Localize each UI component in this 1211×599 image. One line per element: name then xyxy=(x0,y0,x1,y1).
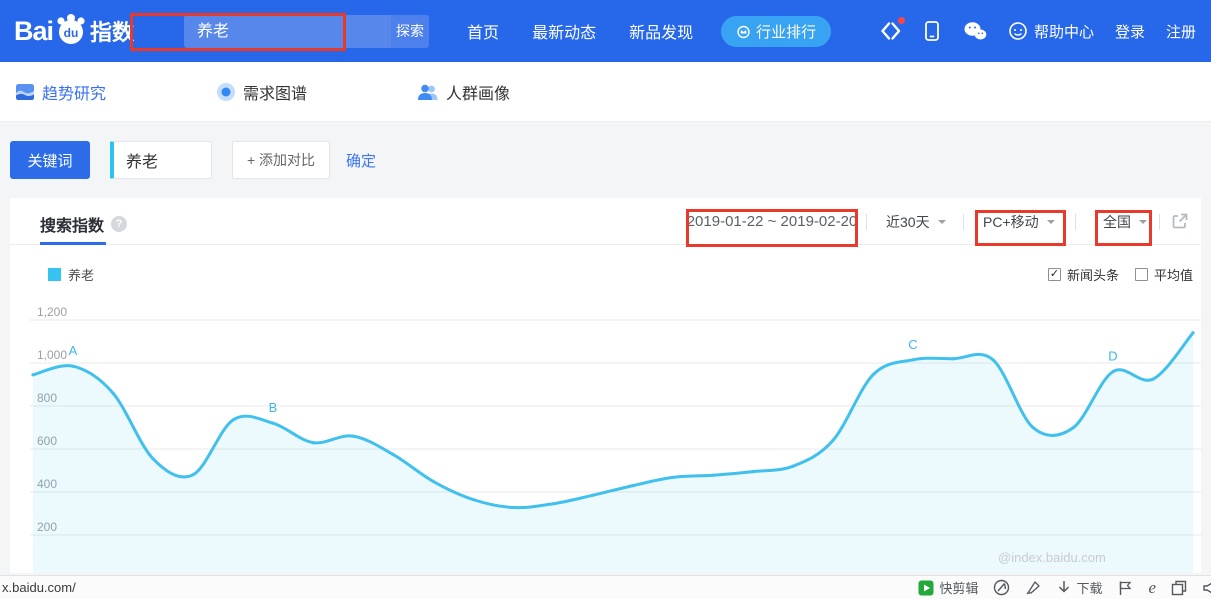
device-label: PC+移动 xyxy=(983,212,1039,232)
average-label: 平均值 xyxy=(1154,265,1193,284)
header-search: 养老 探索 xyxy=(184,15,429,48)
svg-text:A: A xyxy=(69,343,78,358)
register-link[interactable]: 注册 xyxy=(1166,21,1196,42)
active-tab-underline xyxy=(40,242,106,245)
add-compare-button[interactable]: + 添加对比 xyxy=(232,141,330,179)
news-brackets-icon[interactable] xyxy=(879,20,901,42)
search-index-title: 搜索指数 xyxy=(40,212,104,236)
ranking-label: 行业排行 xyxy=(756,21,816,42)
ie-browser-icon[interactable]: e xyxy=(1148,578,1156,598)
search-index-card: 搜索指数 ? 2019-01-22 ~ 2019-02-20 近30天 PC+移… xyxy=(10,198,1201,573)
logo-text-bai: Bai xyxy=(14,16,53,47)
checkbox-icon: ✓ xyxy=(1048,268,1061,281)
quick-editor-button[interactable]: 快剪辑 xyxy=(918,578,978,597)
trend-research-label: 趋势研究 xyxy=(42,80,106,104)
browser-status-bar: x.baidu.com/ 快剪辑 xyxy=(0,575,1211,599)
flag-icon[interactable] xyxy=(1117,580,1133,596)
baidu-paw-icon: du xyxy=(54,12,88,46)
region-dropdown[interactable]: 全国 xyxy=(1103,198,1147,245)
svg-text:1,200: 1,200 xyxy=(37,305,67,319)
region-label: 全国 xyxy=(1103,212,1131,232)
tab-demand-map[interactable]: 需求图谱 xyxy=(216,80,307,104)
status-bar-tools: 快剪辑 下载 e xyxy=(918,578,1211,598)
svg-text:1,000: 1,000 xyxy=(37,348,67,362)
speaker-icon[interactable] xyxy=(1202,580,1211,596)
top-header: Bai du 指数 养老 探索 首页 最新动态 新品发现 行业排行 xyxy=(0,0,1211,62)
tab-audience-profile[interactable]: 人群画像 xyxy=(417,80,510,104)
checkbox-icon: ✓ xyxy=(1135,268,1148,281)
function-nav: 趋势研究 需求图谱 人群画像 xyxy=(0,62,1211,122)
trend-chart-icon xyxy=(15,82,35,102)
nav-latest-news[interactable]: 最新动态 xyxy=(532,19,596,43)
status-url: x.baidu.com/ xyxy=(2,580,76,595)
mobile-app-icon[interactable] xyxy=(922,20,942,42)
period-dropdown[interactable]: 近30天 xyxy=(886,198,946,245)
search-explore-button[interactable]: 探索 xyxy=(391,15,429,48)
chevron-down-icon xyxy=(938,220,946,228)
baidu-index-logo[interactable]: Bai du 指数 xyxy=(14,14,134,48)
wechat-icon[interactable] xyxy=(963,21,987,41)
watermark: @index.baidu.com xyxy=(998,550,1106,565)
circle-pen-icon[interactable] xyxy=(993,579,1010,596)
login-link[interactable]: 登录 xyxy=(1115,21,1145,42)
period-label: 近30天 xyxy=(886,212,930,232)
svg-text:D: D xyxy=(1108,349,1117,364)
chevron-down-icon xyxy=(1139,220,1147,228)
audience-profile-icon xyxy=(417,82,439,102)
legend-row: 养老 ✓ 新闻头条 ✓ 平均值 xyxy=(10,262,1201,286)
news-headlines-label: 新闻头条 xyxy=(1067,265,1119,284)
notification-dot xyxy=(898,17,905,24)
help-center-label: 帮助中心 xyxy=(1034,21,1094,42)
download-button[interactable]: 下载 xyxy=(1057,578,1102,597)
help-center-link[interactable]: 帮助中心 xyxy=(1008,21,1094,42)
logo-text-suffix: 指数 xyxy=(90,15,134,47)
legend-label: 养老 xyxy=(68,265,94,284)
nav-new-products[interactable]: 新品发现 xyxy=(629,19,693,43)
ranking-badge-icon xyxy=(736,24,751,39)
audience-profile-label: 人群画像 xyxy=(446,80,510,104)
header-nav: 首页 最新动态 新品发现 xyxy=(467,19,693,43)
tab-trend-research[interactable]: 趋势研究 xyxy=(15,80,106,104)
card-tab-row: 搜索指数 ? 2019-01-22 ~ 2019-02-20 近30天 PC+移… xyxy=(10,198,1201,245)
industry-ranking-button[interactable]: 行业排行 xyxy=(721,16,831,47)
news-headlines-checkbox[interactable]: ✓ 新闻头条 xyxy=(1048,265,1119,284)
tab-search-index[interactable]: 搜索指数 ? xyxy=(40,212,127,236)
average-checkbox[interactable]: ✓ 平均值 xyxy=(1135,265,1193,284)
help-question-icon[interactable]: ? xyxy=(111,216,127,232)
demand-map-icon xyxy=(216,82,236,102)
chevron-down-icon xyxy=(1047,220,1055,228)
help-center-icon xyxy=(1008,21,1028,41)
search-input[interactable]: 养老 xyxy=(184,15,391,48)
keyword-label-button[interactable]: 关键词 xyxy=(10,141,90,179)
legend-color-swatch xyxy=(48,268,61,281)
search-index-trend-chart[interactable]: 1,2001,000800600400200ABCD xyxy=(10,300,1201,573)
date-range-control[interactable]: 2019-01-22 ~ 2019-02-20 xyxy=(683,198,861,245)
export-share-icon[interactable] xyxy=(1170,211,1190,231)
download-label: 下载 xyxy=(1076,578,1102,597)
series-legend[interactable]: 养老 xyxy=(48,265,94,284)
svg-text:C: C xyxy=(908,337,917,352)
overlay-toggles: ✓ 新闻头条 ✓ 平均值 xyxy=(1048,265,1193,284)
window-restore-icon[interactable] xyxy=(1171,580,1187,596)
quick-editor-label: 快剪辑 xyxy=(939,578,978,597)
header-right-tools: 帮助中心 登录 注册 xyxy=(879,20,1196,42)
svg-text:du: du xyxy=(64,26,79,40)
rocket-boost-icon[interactable] xyxy=(1025,579,1042,596)
keyword-input[interactable]: 养老 xyxy=(110,141,212,179)
svg-text:B: B xyxy=(269,400,278,415)
confirm-button[interactable]: 确定 xyxy=(346,150,376,171)
keyword-bar: 关键词 养老 + 添加对比 确定 xyxy=(0,122,1211,198)
demand-map-label: 需求图谱 xyxy=(243,80,307,104)
nav-home[interactable]: 首页 xyxy=(467,19,499,43)
device-dropdown[interactable]: PC+移动 xyxy=(983,198,1055,245)
